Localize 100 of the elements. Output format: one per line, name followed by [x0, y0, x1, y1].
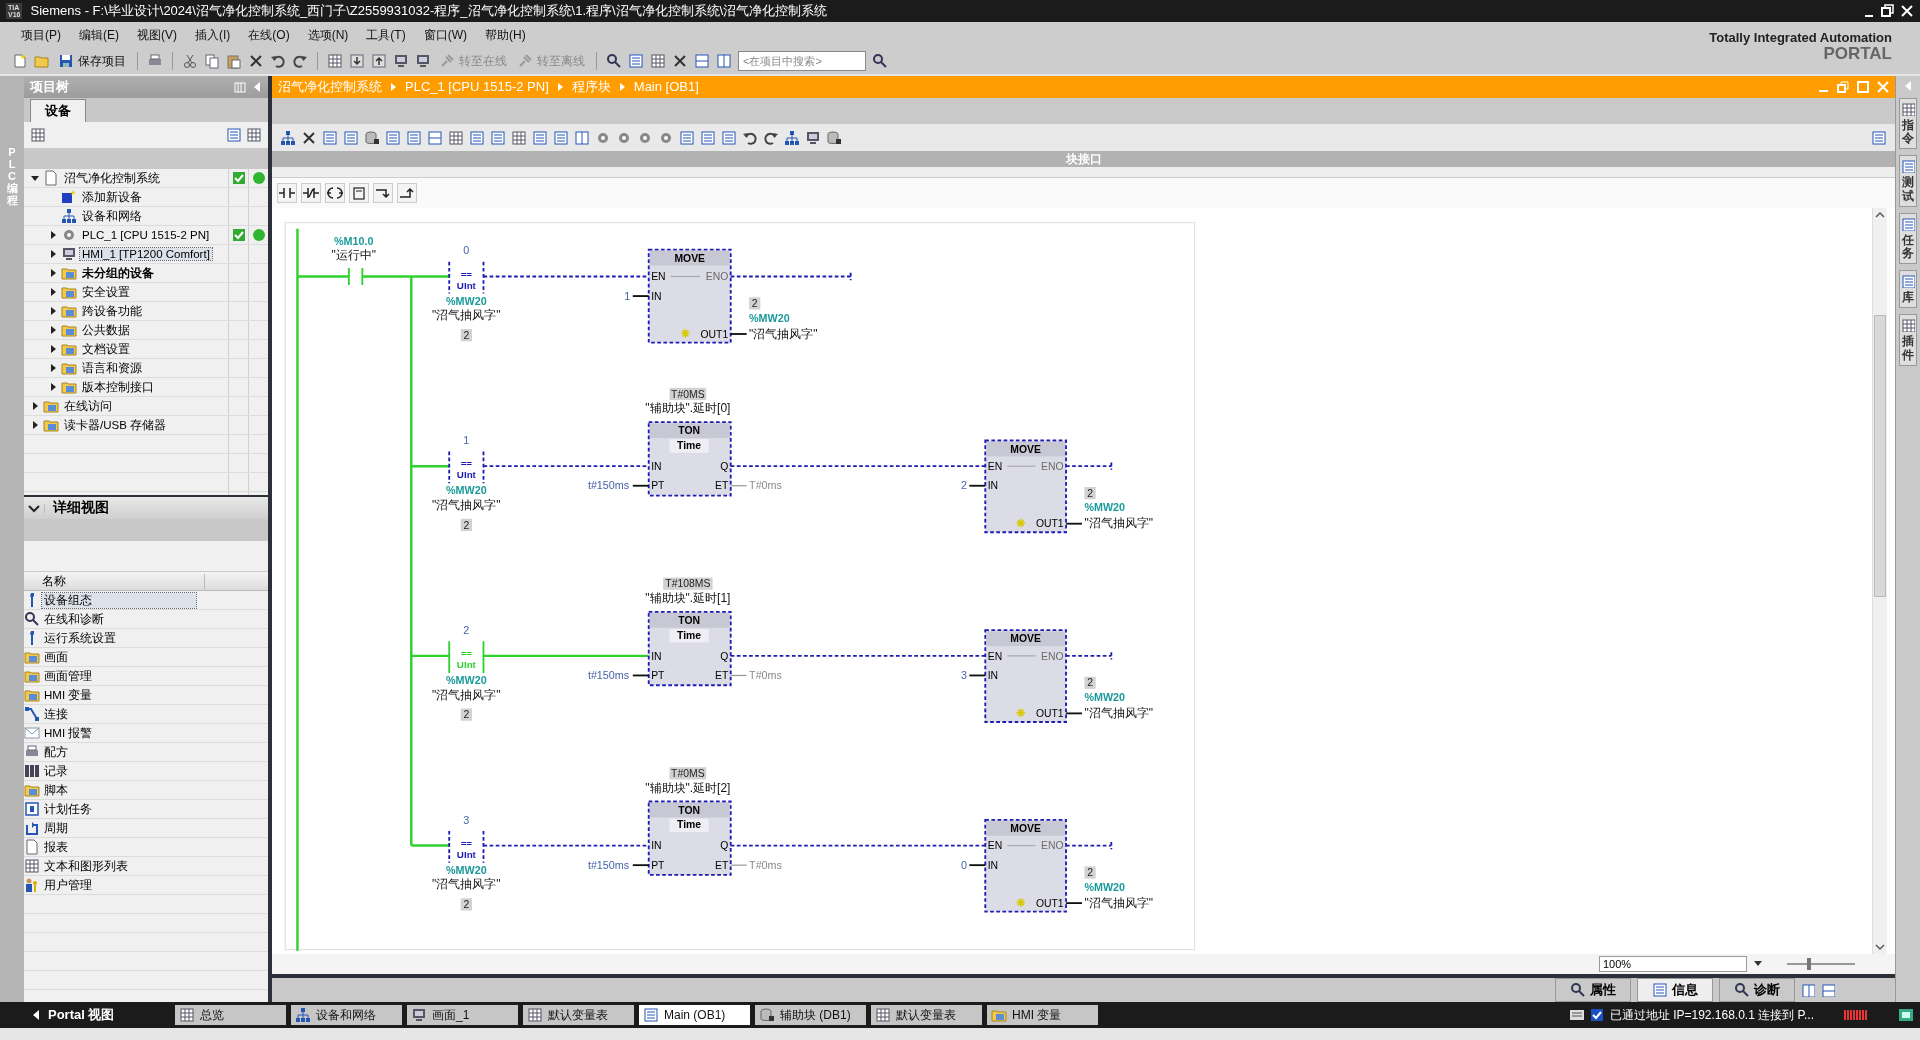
- portal-view-button[interactable]: Portal 视图: [0, 1006, 170, 1024]
- tab[interactable]: 诊断: [1719, 978, 1795, 1002]
- save-project-button[interactable]: 保存项目: [56, 51, 128, 71]
- undo-icon[interactable]: [270, 53, 286, 69]
- window-icon[interactable]: [1821, 983, 1835, 997]
- list-icon[interactable]: [322, 129, 338, 146]
- grid-icon[interactable]: [448, 129, 464, 146]
- zoom-field[interactable]: 100%: [1599, 956, 1747, 973]
- list-item[interactable]: HMI 报警: [42, 725, 196, 741]
- menu-item[interactable]: 编辑(E): [70, 26, 128, 44]
- list-item[interactable]: 连接: [42, 706, 196, 722]
- empty-box-icon[interactable]: [349, 183, 369, 204]
- menu-item[interactable]: 在线(O): [239, 26, 299, 44]
- collapsed-arrow-icon[interactable]: [48, 249, 58, 259]
- table-icon[interactable]: [246, 127, 262, 143]
- list-item[interactable]: 报表: [42, 839, 196, 855]
- panel-icon[interactable]: [1901, 159, 1915, 174]
- taskbar-item[interactable]: 设备和网络: [291, 1005, 402, 1025]
- collapsed-arrow-icon[interactable]: [30, 401, 40, 411]
- list-icon[interactable]: [490, 129, 506, 146]
- menu-item[interactable]: 工具(T): [357, 26, 415, 44]
- network-icon[interactable]: [280, 129, 296, 146]
- delete-icon[interactable]: [301, 129, 317, 146]
- expanded-arrow-icon[interactable]: [30, 173, 40, 183]
- collapse-arrow-icon[interactable]: [252, 81, 262, 93]
- split-horizontal-icon[interactable]: [427, 129, 443, 146]
- list-item[interactable]: 画面: [42, 649, 196, 665]
- runtime-icon[interactable]: [415, 53, 431, 69]
- collapsed-arrow-icon[interactable]: [48, 268, 58, 278]
- redo-icon[interactable]: [292, 53, 308, 69]
- tree-item[interactable]: 读卡器/USB 存储器: [62, 417, 169, 433]
- list-item[interactable]: 记录: [42, 763, 196, 779]
- list-item[interactable]: 周期: [42, 820, 196, 836]
- list-view-icon[interactable]: [226, 127, 242, 143]
- search-icon[interactable]: [872, 53, 888, 69]
- normally-closed-contact-icon[interactable]: [301, 183, 321, 204]
- tree-item[interactable]: 未分组的设备: [80, 265, 156, 281]
- list-item[interactable]: 脚本: [42, 782, 196, 798]
- close-branch-icon[interactable]: [397, 183, 417, 204]
- grid-icon[interactable]: [511, 129, 527, 146]
- download-icon[interactable]: [349, 53, 365, 69]
- tree-item[interactable]: 设备和网络: [80, 208, 144, 224]
- split-vertical-icon[interactable]: [716, 53, 732, 69]
- monitor-icon[interactable]: [1898, 1007, 1914, 1023]
- vertical-scrollbar[interactable]: [1872, 208, 1887, 955]
- list-item[interactable]: 设备组态: [42, 592, 196, 608]
- collapsed-arrow-icon[interactable]: [48, 382, 58, 392]
- tab[interactable]: 属性: [1555, 978, 1631, 1002]
- list-icon[interactable]: [385, 129, 401, 146]
- network-icon[interactable]: [784, 129, 800, 146]
- list-icon[interactable]: [343, 129, 359, 146]
- maximize-icon[interactable]: [1857, 80, 1869, 93]
- search-field[interactable]: <在项目中搜索>: [738, 51, 866, 71]
- tree-item[interactable]: 在线访问: [62, 398, 114, 414]
- list-item[interactable]: 画面管理: [42, 668, 196, 684]
- list-icon[interactable]: [406, 129, 422, 146]
- list-icon[interactable]: [721, 129, 737, 146]
- panel-icon[interactable]: [1901, 318, 1915, 333]
- split-vertical-icon[interactable]: [574, 129, 590, 146]
- window-icon[interactable]: [628, 53, 644, 69]
- window-icon[interactable]: [1871, 129, 1887, 146]
- normally-open-contact-icon[interactable]: [277, 183, 297, 204]
- tree-item[interactable]: 添加新设备: [80, 189, 144, 205]
- window-icon[interactable]: [650, 53, 666, 69]
- menu-item[interactable]: 帮助(H): [476, 26, 535, 44]
- keyboard-icon[interactable]: [1568, 1007, 1585, 1023]
- tree-item[interactable]: PLC_1 [CPU 1515-2 PN]: [80, 229, 212, 241]
- taskbar-item[interactable]: 默认变量表: [523, 1005, 634, 1025]
- collapsed-arrow-icon[interactable]: [48, 344, 58, 354]
- upload-icon[interactable]: [371, 53, 387, 69]
- collapsed-arrow-icon[interactable]: [48, 306, 58, 316]
- panel-icon[interactable]: [1901, 274, 1915, 289]
- tree-item[interactable]: 公共数据: [80, 322, 132, 338]
- split-horizontal-icon[interactable]: [694, 53, 710, 69]
- tree-item[interactable]: 安全设置: [80, 284, 132, 300]
- open-branch-icon[interactable]: [373, 183, 393, 204]
- list-icon[interactable]: [700, 129, 716, 146]
- cut-icon[interactable]: [182, 53, 198, 69]
- tree-item[interactable]: 文档设置: [80, 341, 132, 357]
- menu-item[interactable]: 项目(P): [12, 26, 70, 44]
- restore-icon[interactable]: [1881, 4, 1894, 18]
- tree-item[interactable]: HMI_1 [TP1200 Comfort]: [80, 248, 212, 260]
- taskbar-item[interactable]: HMI 变量: [987, 1005, 1098, 1025]
- list-item[interactable]: 文本和图形列表: [42, 858, 196, 874]
- taskbar-item[interactable]: Main (OB1): [639, 1005, 750, 1025]
- tree-item[interactable]: 版本控制接口: [80, 379, 156, 395]
- diagnostics-icon[interactable]: [606, 53, 622, 69]
- compile-icon[interactable]: [327, 53, 343, 69]
- window-icon[interactable]: [1801, 983, 1815, 997]
- list-item[interactable]: 用户管理: [42, 877, 196, 893]
- menu-item[interactable]: 视图(V): [128, 26, 186, 44]
- list-item[interactable]: HMI 变量: [42, 687, 196, 703]
- list-icon[interactable]: [679, 129, 695, 146]
- tree-item[interactable]: 沼气净化控制系统: [62, 170, 162, 186]
- coil-icon[interactable]: [325, 183, 345, 204]
- list-icon[interactable]: [469, 129, 485, 146]
- menu-item[interactable]: 选项(N): [298, 26, 358, 44]
- panel-icon[interactable]: [1901, 216, 1915, 231]
- taskbar-item[interactable]: 默认变量表: [871, 1005, 982, 1025]
- chevron-down-icon[interactable]: [28, 503, 40, 513]
